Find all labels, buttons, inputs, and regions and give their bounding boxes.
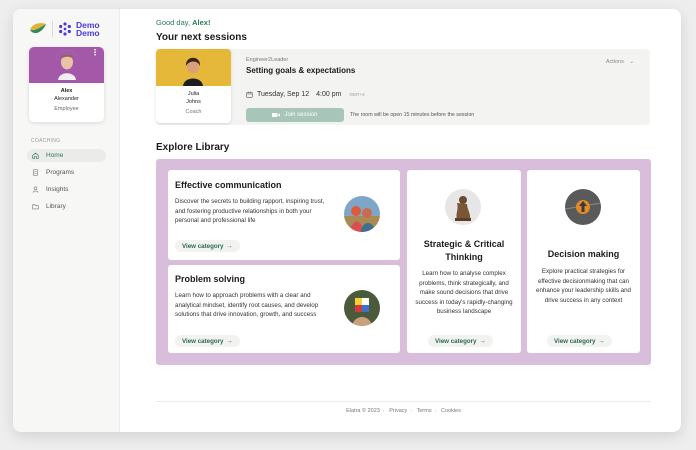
sidebar-item-programs[interactable]: Programs: [27, 166, 106, 179]
decision-making-thumbnail: [565, 189, 601, 225]
join-session-label: Join session: [284, 112, 318, 118]
sidebar-item-insights[interactable]: Insights: [27, 183, 106, 196]
program-name: Engineer2Leader: [246, 57, 289, 63]
actions-label: Actions: [605, 59, 624, 65]
session-time: 4:00 pm: [316, 91, 342, 98]
greeting-prefix: Good day,: [156, 18, 193, 27]
dots-logo-icon: [59, 22, 71, 36]
join-session-button[interactable]: Join session: [246, 108, 344, 122]
sidebar-item-label: Library: [46, 203, 66, 210]
view-category-button[interactable]: View category →: [175, 335, 240, 347]
actions-dropdown[interactable]: Actions ⌄: [606, 59, 634, 65]
arrow-right-icon: →: [226, 337, 233, 345]
view-category-button[interactable]: View category →: [547, 335, 612, 347]
document-icon: [32, 169, 39, 176]
sidebar: Demo Demo ⋮ Alex Alexander Employee COAC…: [13, 9, 120, 432]
session-timezone: GMT+4: [349, 92, 365, 97]
arrow-right-icon: →: [479, 337, 486, 345]
profile-card[interactable]: ⋮ Alex Alexander Employee: [29, 47, 104, 122]
footer-copyright: Elatra © 2023: [346, 408, 380, 414]
library-card-decision-making[interactable]: Decision making Explore practical strate…: [527, 170, 640, 353]
library-card-communication[interactable]: Effective communication Discover the sec…: [168, 170, 400, 260]
card-title: Decision making: [547, 249, 620, 259]
sidebar-item-label: Programs: [46, 169, 75, 176]
problem-solving-thumbnail: [344, 290, 380, 326]
home-icon: [32, 152, 39, 159]
logo-divider: [52, 21, 53, 37]
view-category-button[interactable]: View category →: [175, 240, 240, 252]
card-description: Explore practical strategies for effecti…: [536, 268, 631, 304]
greeting-name: Alex!: [192, 18, 211, 27]
coach-last-name: Johns: [186, 99, 201, 105]
video-camera-icon: [272, 113, 281, 117]
profile-role: Employee: [54, 106, 79, 112]
footer-link-cookies[interactable]: Cookies: [441, 408, 461, 414]
coach-avatar: [181, 52, 205, 86]
profile-first-name: Alex: [60, 88, 73, 94]
coach-first-name: Julia: [187, 91, 200, 97]
folder-icon: [32, 204, 39, 210]
logo-line-2: Demo: [76, 28, 100, 38]
view-category-button[interactable]: View category →: [428, 335, 493, 347]
app-window: Demo Demo ⋮ Alex Alexander Employee COAC…: [13, 9, 681, 432]
footer-link-terms[interactable]: Terms: [417, 408, 432, 414]
sessions-heading: Your next sessions: [156, 32, 247, 43]
main-content: Good day, Alex! Your next sessions Julia: [120, 9, 681, 432]
card-description: Learn how to approach problems with a cl…: [175, 292, 319, 318]
person-icon: [32, 186, 39, 193]
avatar: [56, 50, 78, 80]
footer-link-privacy[interactable]: Privacy: [389, 408, 407, 414]
greeting: Good day, Alex!: [156, 18, 210, 27]
view-category-label: View category: [435, 337, 477, 345]
card-description: Learn how to analyse complex problems, t…: [415, 270, 513, 315]
arrow-right-icon: →: [226, 242, 233, 250]
library-panel: Effective communication Discover the sec…: [156, 159, 651, 365]
arrow-right-icon: →: [598, 337, 605, 345]
coach-banner: [156, 49, 231, 86]
sidebar-nav: Home Programs Insights Library: [27, 149, 106, 217]
card-title: Problem solving: [175, 274, 246, 284]
profile-last-name: Alexander: [54, 96, 79, 102]
session-title: Setting goals & expectations: [246, 66, 356, 75]
sidebar-item-label: Home: [46, 152, 64, 159]
view-category-label: View category: [182, 337, 224, 345]
communication-thumbnail: [344, 196, 380, 232]
profile-banner: ⋮: [29, 47, 104, 83]
room-note: The room will be open 15 minutes before …: [350, 112, 475, 118]
sidebar-item-label: Insights: [46, 186, 69, 193]
coach-card[interactable]: Julia Johns Coach: [156, 49, 231, 123]
library-card-problem-solving[interactable]: Problem solving Learn how to approach pr…: [168, 265, 400, 353]
chevron-down-icon: ⌄: [629, 59, 634, 65]
card-description: Discover the secrets to building rapport…: [175, 198, 325, 224]
coach-role: Coach: [185, 109, 202, 115]
view-category-label: View category: [182, 242, 224, 250]
card-title: Strategic & Critical Thinking: [423, 239, 505, 262]
more-options-icon[interactable]: ⋮: [91, 49, 99, 57]
brand-logo[interactable]: Demo Demo: [29, 18, 100, 40]
session-datetime: Tuesday, Sep 12 4:00 pm GMT+4: [246, 91, 365, 98]
library-heading: Explore Library: [156, 142, 230, 153]
session-panel: Julia Johns Coach Engineer2Leader Settin…: [156, 49, 650, 125]
calendar-icon: [246, 91, 253, 98]
sidebar-item-home[interactable]: Home: [27, 149, 106, 162]
sidebar-item-library[interactable]: Library: [27, 200, 106, 213]
session-date: Tuesday, Sep 12: [257, 91, 310, 98]
nav-section-label: COACHING: [31, 138, 61, 144]
view-category-label: View category: [554, 337, 596, 345]
leaf-logo-icon: [30, 23, 46, 34]
card-title: Effective communication: [175, 180, 282, 190]
logo-text: Demo Demo: [76, 21, 100, 38]
library-card-strategic-thinking[interactable]: Strategic & Critical Thinking Learn how …: [407, 170, 521, 353]
strategic-thinking-thumbnail: [445, 189, 481, 225]
footer: Elatra © 2023 · Privacy · Terms · Cookies: [156, 401, 651, 414]
